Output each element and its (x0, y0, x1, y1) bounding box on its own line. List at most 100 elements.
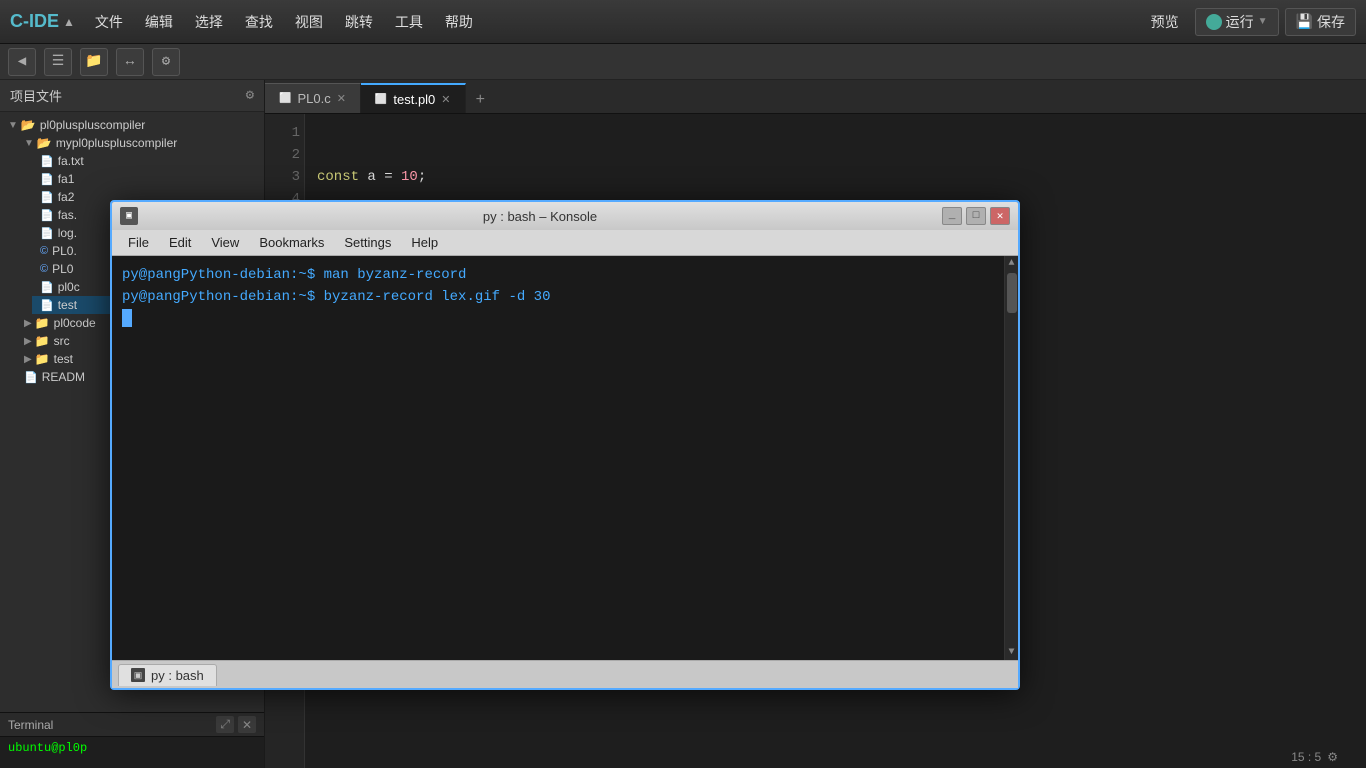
terminal-expand-button[interactable]: ⤢ (216, 716, 234, 733)
app-logo: C-IDE ▲ (10, 11, 75, 32)
menu-edit[interactable]: 编辑 (135, 8, 183, 36)
tree-label: log. (58, 226, 77, 240)
menubar: C-IDE ▲ 文件 编辑 选择 查找 视图 跳转 工具 帮助 预览 运行 ▼ … (0, 0, 1366, 44)
konsole-title: py : bash – Konsole (146, 209, 934, 224)
file-icon: 📄 (40, 227, 54, 240)
settings-button[interactable]: ⚙ (152, 48, 180, 76)
scroll-up-icon[interactable]: ▲ (1006, 256, 1016, 271)
menu-tools[interactable]: 工具 (385, 8, 433, 36)
kmenu-help[interactable]: Help (403, 233, 446, 252)
tree-label: fa2 (58, 190, 75, 204)
konsole-terminal[interactable]: py@pangPython-debian:~$ man byzanz-recor… (112, 256, 1004, 660)
cursor-position: 15 : 5 (1291, 750, 1321, 764)
tab-pl0c[interactable]: ⬜ PL0.c ✕ (265, 83, 361, 113)
konsole-tab-label: py : bash (151, 668, 204, 683)
kmenu-view[interactable]: View (203, 233, 247, 252)
terminal-line-2: py@pangPython-debian:~$ byzanz-record le… (122, 286, 994, 308)
tree-label: PL0 (52, 262, 73, 276)
folder-button[interactable]: 📁 (80, 48, 108, 76)
tab-add-button[interactable]: + (466, 87, 496, 113)
run-dropdown-icon[interactable]: ▼ (1258, 16, 1268, 27)
terminal-prompt-1: py@pangPython-debian:~$ man byzanz-recor… (122, 267, 466, 283)
menu-help[interactable]: 帮助 (435, 8, 483, 36)
menu-goto[interactable]: 跳转 (335, 8, 383, 36)
file-icon: 📄 (40, 209, 54, 222)
tree-item-fatxt[interactable]: 📄 fa.txt (32, 152, 264, 170)
run-label: 运行 (1226, 12, 1254, 32)
editor-gear-icon[interactable]: ⚙ (1327, 750, 1338, 764)
sidebar-header: 项目文件 ⚙ (0, 80, 264, 112)
tree-label: READM (42, 370, 85, 384)
konsole-minimize-button[interactable]: _ (942, 207, 962, 225)
kmenu-settings[interactable]: Settings (336, 233, 399, 252)
file-icon: 📄 (40, 191, 54, 204)
tree-label: pl0pluspluscompiler (40, 118, 145, 132)
tree-label: test (58, 298, 77, 312)
folder-open-icon: 📂 (21, 118, 36, 132)
list-button[interactable]: ☰ (44, 48, 72, 76)
file-c-icon: © (40, 245, 48, 257)
tab-file-icon: ⬜ (375, 94, 387, 105)
tab-close-icon[interactable]: ✕ (337, 92, 346, 105)
konsole-window: ▣ py : bash – Konsole _ □ ✕ File Edit Vi… (110, 200, 1020, 690)
run-icon (1206, 14, 1222, 30)
folder-open-icon: 📂 (37, 136, 52, 150)
tree-label: fas. (58, 208, 77, 222)
code-line-1: const a = 10; (317, 166, 1354, 188)
tab-testpl0[interactable]: ⬜ test.pl0 ✕ (361, 83, 466, 113)
arrow-icon (24, 318, 32, 329)
sidebar-title: 项目文件 (10, 86, 62, 105)
terminal-controls: ⤢ ✕ (216, 716, 256, 733)
tab-label: test.pl0 (393, 92, 435, 107)
save-label: 保存 (1317, 12, 1345, 32)
konsole-titlebar: ▣ py : bash – Konsole _ □ ✕ (112, 202, 1018, 230)
menu-view[interactable]: 视图 (285, 8, 333, 36)
status-bar-right: 15 : 5 ⚙ (1283, 746, 1346, 768)
konsole-terminal-wrap: py@pangPython-debian:~$ man byzanz-recor… (112, 256, 1018, 660)
tree-item-fa1[interactable]: 📄 fa1 (32, 170, 264, 188)
kmenu-file[interactable]: File (120, 233, 157, 252)
terminal-close-button[interactable]: ✕ (238, 716, 256, 733)
sidebar-gear-icon[interactable]: ⚙ (246, 87, 254, 104)
tree-item-mypl0[interactable]: 📂 mypl0pluspluscompiler (16, 134, 264, 152)
terminal-text: ubuntu@pl0p (8, 741, 87, 755)
line-num: 2 (269, 144, 300, 166)
tab-close-icon[interactable]: ✕ (441, 93, 450, 106)
terminal-strip: Terminal ⤢ ✕ ubuntu@pl0p (0, 712, 264, 768)
konsole-scrollbar[interactable]: ▲ ▼ (1004, 256, 1018, 660)
kmenu-edit[interactable]: Edit (161, 233, 199, 252)
terminal-cursor (122, 309, 132, 327)
tree-label: fa.txt (58, 154, 84, 168)
file-icon: 📄 (24, 371, 38, 384)
folder-icon: 📁 (35, 334, 50, 348)
menu-right: 预览 运行 ▼ 💾 保存 (1141, 8, 1356, 36)
tree-label: src (54, 334, 70, 348)
kmenu-bookmarks[interactable]: Bookmarks (251, 233, 332, 252)
menu-file[interactable]: 文件 (85, 8, 133, 36)
menu-find[interactable]: 查找 (235, 8, 283, 36)
terminal-output: ubuntu@pl0p (0, 737, 264, 768)
terminal-line-1: py@pangPython-debian:~$ man byzanz-recor… (122, 264, 994, 286)
terminal-cursor-line (122, 308, 994, 330)
konsole-app-icon: ▣ (120, 207, 138, 225)
preview-button[interactable]: 预览 (1141, 8, 1189, 36)
konsole-tab-bash[interactable]: ▣ py : bash (118, 664, 217, 686)
layout-button[interactable]: ↔ (116, 48, 144, 76)
menu-select[interactable]: 选择 (185, 8, 233, 36)
save-button[interactable]: 💾 保存 (1285, 8, 1356, 36)
scroll-down-icon[interactable]: ▼ (1006, 645, 1016, 660)
tree-item-pl0plusplus[interactable]: 📂 pl0pluspluscompiler (0, 116, 264, 134)
konsole-maximize-button[interactable]: □ (966, 207, 986, 225)
tab-label: PL0.c (297, 91, 330, 106)
back-button[interactable]: ◀ (8, 48, 36, 76)
terminal-title: Terminal (8, 718, 53, 732)
tree-label: test (54, 352, 73, 366)
secondary-toolbar: ◀ ☰ 📁 ↔ ⚙ (0, 44, 1366, 80)
logo-triangle: ▲ (63, 15, 75, 29)
konsole-close-button[interactable]: ✕ (990, 207, 1010, 225)
tree-label: pl0c (58, 280, 80, 294)
scroll-thumb[interactable] (1007, 273, 1017, 313)
tree-label: fa1 (58, 172, 75, 186)
line-num: 1 (269, 122, 300, 144)
run-button[interactable]: 运行 ▼ (1195, 8, 1279, 36)
